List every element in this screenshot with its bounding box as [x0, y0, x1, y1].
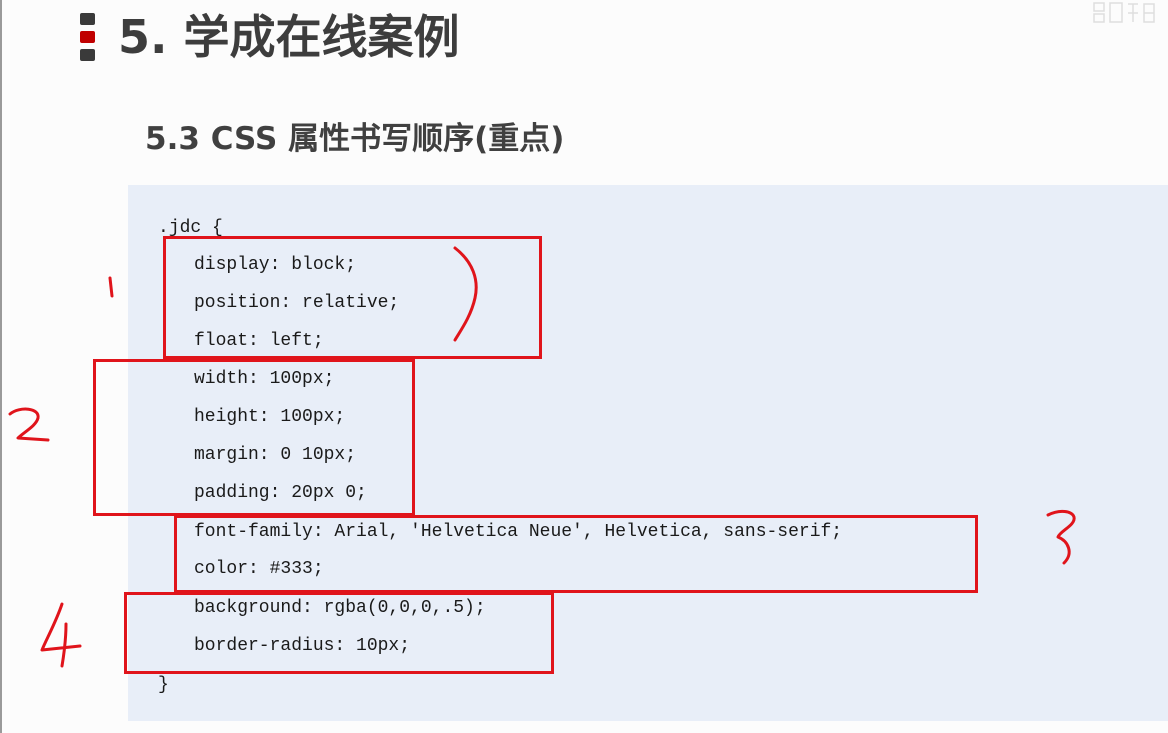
section-subtitle: 5.3 CSS 属性书写顺序(重点): [145, 121, 565, 157]
handwritten-number-4-icon: [40, 602, 82, 668]
slide: 5. 学成在线案例 5.3 CSS 属性书写顺序(重点) .jdc { disp…: [0, 0, 1168, 733]
group-box-text: [174, 515, 978, 593]
group-box-layout: [163, 236, 542, 359]
handwritten-number-2-icon: [8, 407, 50, 442]
page-title: 5. 学成在线案例: [118, 10, 460, 64]
code-selector-close: }: [158, 675, 169, 695]
handwritten-number-1-icon: [108, 276, 114, 298]
title-bullet-icon: [80, 13, 95, 61]
group-box-box-model: [93, 359, 415, 516]
handwritten-bracket-icon: [453, 246, 478, 342]
group-box-other: [124, 592, 554, 674]
left-edge-divider: [0, 0, 2, 733]
watermark-logo-icon: [1093, 2, 1155, 23]
handwritten-number-3-icon: [1046, 509, 1076, 565]
